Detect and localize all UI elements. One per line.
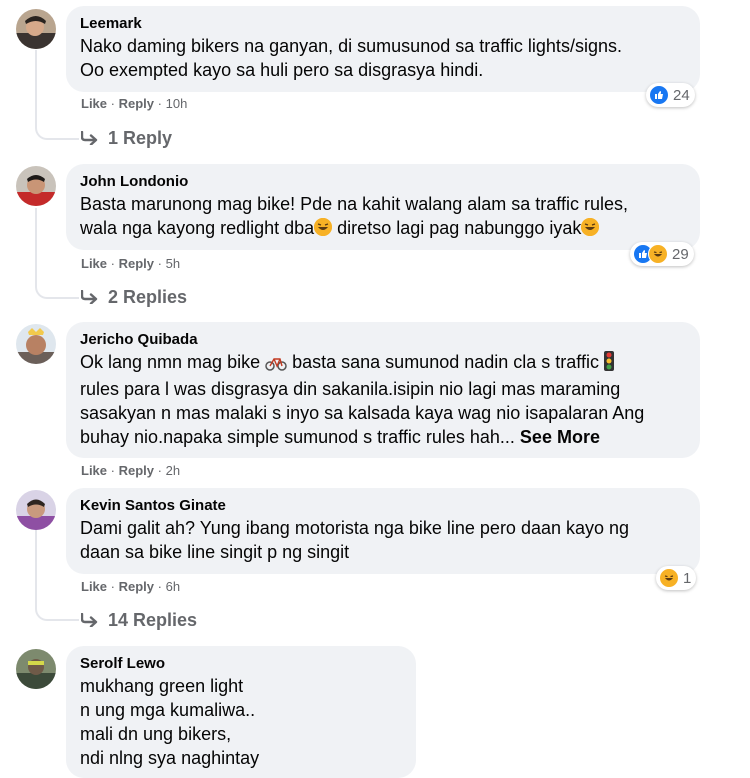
reaction-count: 1 xyxy=(683,569,692,587)
reaction-summary[interactable]: 29 xyxy=(630,242,694,266)
separator: · xyxy=(110,579,115,594)
comment-text-line: rules para l was disgrasya din sakanila.… xyxy=(80,379,621,399)
thread-line xyxy=(35,525,37,605)
haha-reaction-icon xyxy=(659,568,679,588)
reply-link[interactable]: Reply xyxy=(119,96,154,111)
comment-text-line: wala nga kayong redlight dba diretso lag… xyxy=(80,216,686,240)
comment-text-line: daan sa bike line singit p ng singit xyxy=(80,542,350,562)
reply-link[interactable]: Reply xyxy=(119,256,154,271)
comment-actions: Like · Reply · 10h xyxy=(81,96,187,112)
comment-text-line: mali dn ung bikers, xyxy=(80,724,232,744)
separator: · xyxy=(110,463,115,478)
rofl-emoji-icon xyxy=(314,218,333,236)
separator: · xyxy=(110,96,115,111)
timestamp[interactable]: 10h xyxy=(166,96,188,111)
avatar[interactable] xyxy=(16,324,56,364)
replies-count-label: 1 Reply xyxy=(108,128,173,148)
comment-text-line: ndi nlng sya naghintay xyxy=(80,748,260,768)
reaction-count: 24 xyxy=(673,86,690,104)
comment-text-line: buhay nio.napaka simple sumunod s traffi… xyxy=(80,425,686,449)
comment-bubble: John Londonio Basta marunong mag bike! P… xyxy=(66,164,700,250)
comment-bubble: Kevin Santos Ginate Dami galit ah? Yung … xyxy=(66,488,700,574)
comment-author[interactable]: Kevin Santos Ginate xyxy=(80,496,686,516)
reply-link[interactable]: Reply xyxy=(119,463,154,478)
thread-connector xyxy=(35,281,79,299)
replies-count-label: 14 Replies xyxy=(108,610,198,630)
comment-author[interactable]: John Londonio xyxy=(80,172,686,192)
thread-line xyxy=(35,208,37,282)
view-replies-button[interactable]: 2 Replies xyxy=(81,285,187,309)
separator: · xyxy=(110,256,115,271)
comment-text-line: mukhang green light xyxy=(80,676,244,696)
reply-arrow-icon xyxy=(81,613,98,627)
comment-text-line: Basta marunong mag bike! Pde na kahit wa… xyxy=(80,194,628,214)
traffic-light-emoji-icon xyxy=(603,351,614,377)
comment-text-line: n ung mga kumaliwa.. xyxy=(80,700,256,720)
comment-bubble: Jericho Quibada Ok lang nmn mag bike bas… xyxy=(66,322,700,458)
like-link[interactable]: Like xyxy=(81,96,107,111)
like-reaction-icon xyxy=(649,85,669,105)
separator: · xyxy=(157,96,162,111)
comment-text-line: Nako daming bikers na ganyan, di sumusun… xyxy=(80,36,622,56)
avatar[interactable] xyxy=(16,166,56,206)
thread-line xyxy=(35,50,37,124)
comment-text-fragment: buhay nio.napaka simple sumunod s traffi… xyxy=(80,427,520,447)
replies-count-label: 2 Replies xyxy=(108,287,188,307)
thread-connector xyxy=(35,122,79,140)
rofl-emoji-icon xyxy=(581,218,600,236)
avatar[interactable] xyxy=(16,490,56,530)
like-link[interactable]: Like xyxy=(81,463,107,478)
comment-text-fragment: wala nga kayong redlight dba xyxy=(80,218,315,238)
view-replies-button[interactable]: 14 Replies xyxy=(81,608,197,632)
comment-actions: Like · Reply · 2h xyxy=(81,463,180,479)
reply-arrow-icon xyxy=(81,290,98,304)
comment-text-fragment: basta sana sumunod nadin cla s traffic xyxy=(287,352,599,372)
comment-author[interactable]: Leemark xyxy=(80,14,686,34)
timestamp[interactable]: 6h xyxy=(166,579,180,594)
comment-actions: Like · Reply · 5h xyxy=(81,256,180,272)
reply-link[interactable]: Reply xyxy=(119,579,154,594)
comment-actions: Like · Reply · 6h xyxy=(81,579,180,595)
comment-author[interactable]: Jericho Quibada xyxy=(80,330,686,350)
comment-text-line: Ok lang nmn mag bike basta sana sumunod … xyxy=(80,350,686,377)
separator: · xyxy=(157,256,162,271)
avatar[interactable] xyxy=(16,649,56,689)
comment-bubble: Leemark Nako daming bikers na ganyan, di… xyxy=(66,6,700,92)
comment-text-fragment: diretso lagi pag nabunggo iyak xyxy=(332,218,582,238)
view-replies-button[interactable]: 1 Reply xyxy=(81,126,172,150)
reaction-count: 29 xyxy=(672,245,689,263)
separator: · xyxy=(157,579,162,594)
reaction-summary[interactable]: 1 xyxy=(656,566,697,590)
haha-reaction-icon xyxy=(648,244,668,264)
timestamp[interactable]: 2h xyxy=(166,463,180,478)
bicycle-emoji-icon xyxy=(265,353,287,377)
thread-connector xyxy=(35,603,79,621)
comment-text-line: sasakyan n mas malaki s inyo sa kalsada … xyxy=(80,403,645,423)
comment-author[interactable]: Serolf Lewo xyxy=(80,654,402,674)
avatar[interactable] xyxy=(16,9,56,49)
timestamp[interactable]: 5h xyxy=(166,256,180,271)
comment-text-line: Oo exempted kayo sa huli pero sa disgras… xyxy=(80,60,484,80)
see-more-link[interactable]: See More xyxy=(520,427,600,447)
separator: · xyxy=(157,463,162,478)
reply-arrow-icon xyxy=(81,131,98,145)
comment-text-line: Dami galit ah? Yung ibang motorista nga … xyxy=(80,518,630,538)
comment-text-fragment: Ok lang nmn mag bike xyxy=(80,352,261,372)
reaction-summary[interactable]: 24 xyxy=(646,83,695,107)
like-link[interactable]: Like xyxy=(81,579,107,594)
like-link[interactable]: Like xyxy=(81,256,107,271)
comment-bubble: Serolf Lewo mukhang green light n ung mg… xyxy=(66,646,416,778)
